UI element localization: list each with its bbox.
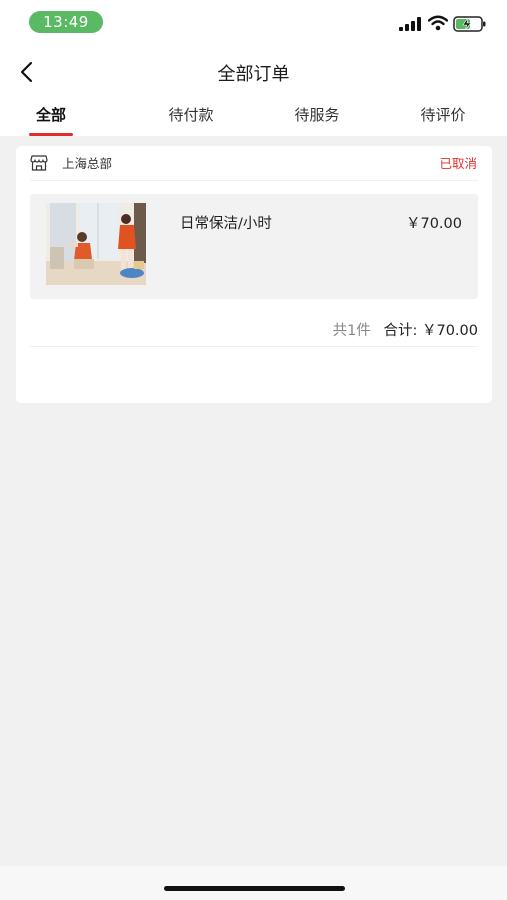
signal-icon: [399, 17, 421, 31]
order-tabs: 全部 待付款 待服务 待评价: [0, 100, 507, 136]
shop-name[interactable]: 上海总部: [62, 153, 112, 172]
tab-pending-payment[interactable]: 待付款: [160, 104, 222, 125]
status-bar: 13:49: [0, 0, 507, 46]
product-name: 日常保洁/小时: [180, 216, 272, 232]
wifi-icon: [428, 15, 448, 31]
tab-pending-review[interactable]: 待评价: [412, 104, 474, 125]
tab-pending-service[interactable]: 待服务: [286, 104, 348, 125]
battery-charging-icon: [453, 16, 486, 32]
tab-all[interactable]: 全部: [29, 104, 73, 125]
quantity-text: 共1件: [332, 323, 371, 339]
status-time: 13:49: [29, 11, 103, 33]
order-status: 已取消: [439, 156, 477, 171]
product-image: [46, 203, 146, 285]
store-icon: [30, 155, 48, 171]
order-summary: 共1件 合计: ￥70.00: [333, 319, 478, 340]
page-title: 全部订单: [217, 64, 290, 85]
order-card[interactable]: 上海总部 已取消 日常保洁/小时 ￥70.00 共1件 合计: ￥70.00: [16, 146, 492, 403]
product-price: ￥70.00: [405, 216, 462, 232]
total-value: ￥70.00: [421, 323, 478, 339]
divider: [30, 180, 478, 181]
home-indicator: [164, 886, 345, 891]
bottom-safe-area: [0, 866, 507, 900]
total-label: 合计:: [383, 323, 418, 339]
divider: [30, 346, 478, 347]
tab-active-indicator: [29, 133, 73, 136]
nav-bar: 全部订单: [0, 50, 507, 94]
product-row[interactable]: 日常保洁/小时 ￥70.00: [30, 194, 478, 299]
